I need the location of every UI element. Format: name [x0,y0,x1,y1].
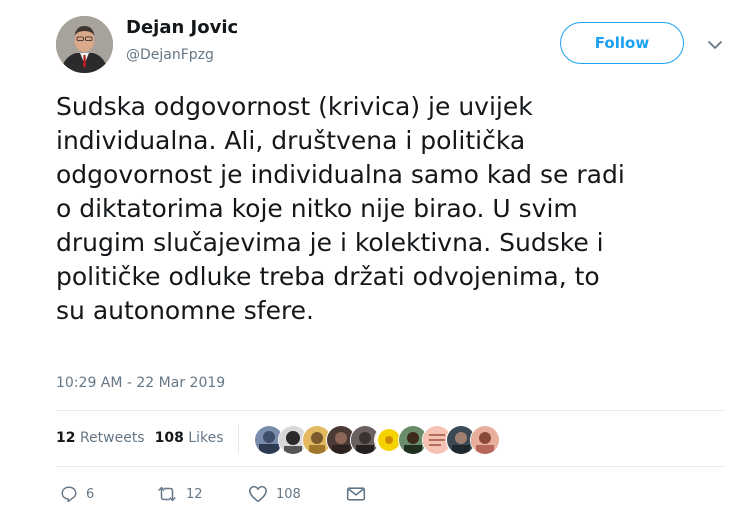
follow-button[interactable]: Follow [560,22,684,64]
likes-label: Likes [188,430,224,446]
retweet-count: 12 [186,486,203,502]
reply-button[interactable]: 6 [60,482,94,506]
retweets-label: Retweets [79,430,145,446]
retweets-count: 12 [56,430,76,446]
reply-count: 6 [86,486,95,502]
stats-separator [238,424,239,454]
reply-icon [60,485,78,503]
tweet-text-line: Sudska odgovornost (krivica) je uvijek [56,92,533,121]
like-count: 108 [276,486,301,502]
retweets-stat[interactable]: 12 Retweets [56,430,145,446]
direct-message-button[interactable] [346,482,366,506]
tweet-text-line: političke odluke treba držati odvojenima… [56,262,600,291]
divider [56,410,726,411]
chevron-down-icon[interactable] [706,37,724,51]
tweet-timestamp[interactable]: 10:29 AM - 22 Mar 2019 [56,375,225,391]
heart-icon [248,485,268,503]
tweet-text-line: o diktatorima koje nitko nije birao. U s… [56,194,578,223]
tweet-card: Dejan Jovic @DejanFpzg Follow Sudska odg… [0,0,747,524]
author-avatar[interactable] [56,16,113,73]
like-button[interactable]: 108 [248,482,301,506]
likes-count: 108 [154,430,184,446]
likes-stat[interactable]: 108 Likes [155,430,224,446]
tweet-stats: 12 Retweets 108 Likes [56,430,234,446]
divider [56,466,726,467]
tweet-actions: 6 12 108 [56,482,726,506]
author-handle[interactable]: @DejanFpzg [126,47,214,63]
retweet-button[interactable]: 12 [156,482,203,506]
liker-avatar[interactable] [470,425,500,455]
retweet-icon [156,485,178,503]
envelope-icon [346,486,366,502]
author-name[interactable]: Dejan Jovic [126,17,238,38]
tweet-text-line: individualna. Ali, društvena i politička [56,126,526,155]
tweet-text-line: odgovornost je individualna samo kad se … [56,160,625,189]
tweet-text-line: su autonomne sfere. [56,296,315,325]
tweet-text-line: drugim slučajevima je i kolektivna. Suds… [56,228,604,257]
tweet-text: Sudska odgovornost (krivica) je uvijek i… [56,90,726,328]
